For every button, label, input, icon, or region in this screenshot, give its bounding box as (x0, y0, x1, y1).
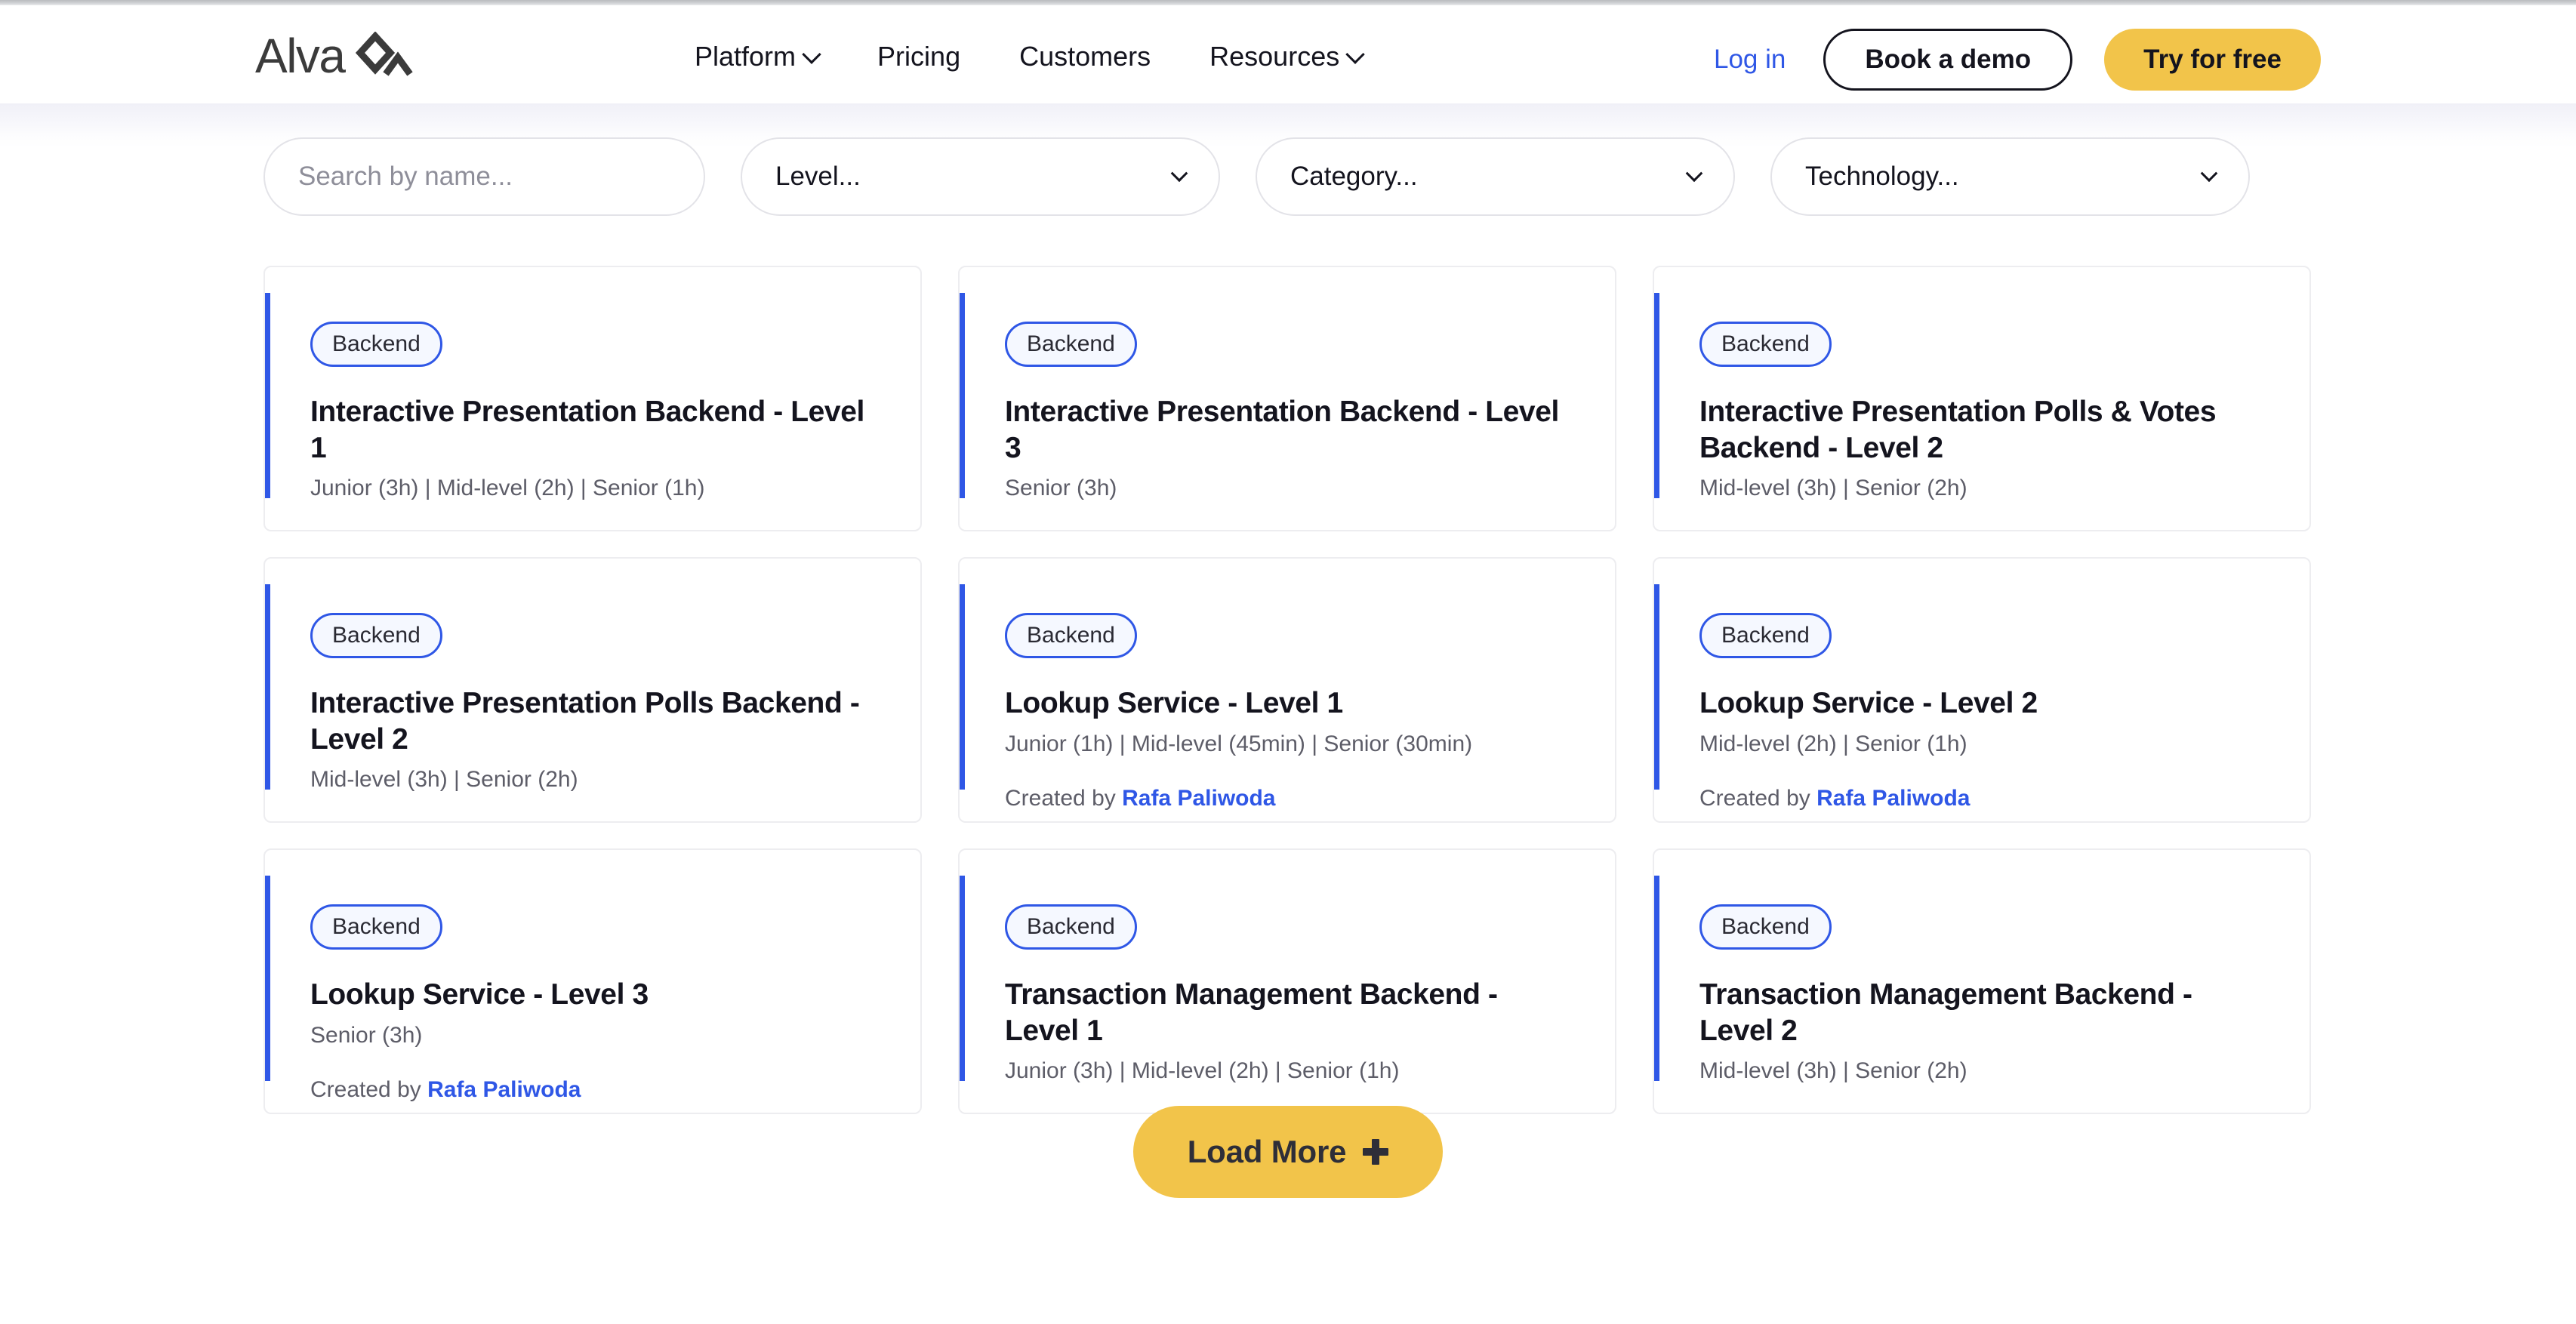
challenge-card[interactable]: Backend Transaction Management Backend -… (958, 848, 1616, 1114)
card-title: Interactive Presentation Polls Backend -… (310, 687, 860, 756)
card-author: Created by Rafa Paliwoda (1699, 785, 2309, 812)
card-accent-bar (1654, 876, 1659, 1081)
card-levels: Mid-level (2h) | Senior (1h) (1699, 731, 1967, 756)
chevron-down-icon (1685, 165, 1703, 183)
challenge-card[interactable]: Backend Interactive Presentation Backend… (263, 266, 922, 531)
header-actions: Log in Book a demo Try for free (1714, 23, 2321, 96)
challenge-card[interactable]: Backend Lookup Service - Level 2 Mid-lev… (1653, 557, 2311, 823)
technology-select-value: Technology... (1805, 162, 1959, 191)
alva-diamond-icon (355, 30, 414, 82)
load-more-label: Load More (1187, 1134, 1347, 1169)
card-accent-bar (960, 293, 965, 498)
category-badge: Backend (310, 613, 442, 658)
category-select[interactable]: Category... (1256, 137, 1735, 216)
card-author: Created by Rafa Paliwoda (1005, 785, 1615, 812)
created-by-label: Created by (1699, 786, 1817, 811)
nav-label-platform: Platform (695, 41, 797, 72)
category-badge: Backend (310, 322, 442, 367)
card-title: Transaction Management Backend - Level 2 (1699, 978, 2192, 1047)
chevron-down-icon (1345, 45, 1365, 64)
category-badge: Backend (1005, 904, 1137, 950)
search-field-wrapper[interactable] (263, 137, 705, 216)
card-author: Created by Rafa Paliwoda (1699, 530, 2309, 531)
challenge-card[interactable]: Backend Interactive Presentation Polls B… (263, 557, 922, 823)
nav-item-platform[interactable]: Platform (695, 41, 821, 72)
card-levels: Senior (3h) (1005, 476, 1117, 501)
chevron-down-icon (802, 45, 821, 64)
card-accent-bar (1654, 584, 1659, 790)
card-title: Interactive Presentation Backend - Level… (1005, 396, 1559, 464)
filter-bar: Level... Category... Technology... (263, 137, 2311, 216)
challenge-card[interactable]: Backend Lookup Service - Level 3 Senior … (263, 848, 922, 1114)
browser-chrome-strip (0, 0, 2576, 5)
plus-icon (1363, 1139, 1389, 1165)
category-select-value: Category... (1290, 162, 1418, 191)
nav-label-resources: Resources (1209, 41, 1340, 72)
try-for-free-button[interactable]: Try for free (2104, 29, 2321, 91)
login-link[interactable]: Log in (1714, 45, 1786, 75)
category-badge: Backend (1699, 904, 1832, 950)
created-by-label: Created by (310, 1077, 428, 1103)
book-demo-button[interactable]: Book a demo (1823, 29, 2073, 91)
site-header: Alva Platform Pricing Customers Resource… (0, 5, 2576, 103)
author-link[interactable]: Rafa Paliwoda (427, 822, 581, 823)
card-author: Created by Rafa Paliwoda (310, 1076, 920, 1104)
card-levels: Junior (3h) | Mid-level (2h) | Senior (1… (1005, 1058, 1400, 1084)
card-title: Transaction Management Backend - Level 1 (1005, 978, 1498, 1047)
category-badge: Backend (1699, 613, 1832, 658)
nav-item-resources[interactable]: Resources (1209, 41, 1365, 72)
card-accent-bar (960, 876, 965, 1081)
nav-label-pricing: Pricing (877, 41, 961, 72)
level-select-value: Level... (775, 162, 861, 191)
author-link[interactable]: Rafa Paliwoda (1816, 786, 1970, 811)
card-author: Created by Rafa Paliwoda (310, 530, 920, 531)
challenge-card-grid: Backend Interactive Presentation Backend… (263, 266, 2311, 1114)
created-by-label: Created by (1005, 786, 1123, 811)
category-badge: Backend (1005, 322, 1137, 367)
card-accent-bar (265, 584, 270, 790)
card-title: Interactive Presentation Polls & Votes B… (1699, 396, 2217, 464)
challenge-card[interactable]: Backend Transaction Management Backend -… (1653, 848, 2311, 1114)
card-title: Lookup Service - Level 2 (1699, 687, 2038, 719)
brand-logo[interactable]: Alva (255, 29, 414, 83)
author-link[interactable]: Rafa Paliwoda (427, 1077, 581, 1102)
card-author: Created by Rafa Paliwoda (1005, 530, 1615, 531)
main-navigation: Platform Pricing Customers Resources (695, 41, 1365, 72)
page-root: Alva Platform Pricing Customers Resource… (0, 0, 2576, 1324)
category-badge: Backend (1699, 322, 1832, 367)
technology-select[interactable]: Technology... (1770, 137, 2250, 216)
card-title: Lookup Service - Level 1 (1005, 687, 1343, 719)
challenge-card[interactable]: Backend Lookup Service - Level 1 Junior … (958, 557, 1616, 823)
card-levels: Junior (1h) | Mid-level (45min) | Senior… (1005, 731, 1473, 756)
category-badge: Backend (310, 904, 442, 950)
nav-label-customers: Customers (1019, 41, 1151, 72)
nav-item-customers[interactable]: Customers (1019, 43, 1151, 70)
card-levels: Mid-level (3h) | Senior (2h) (310, 767, 578, 793)
card-levels: Mid-level (3h) | Senior (2h) (1699, 1058, 1967, 1084)
load-more-row: Load More (0, 1106, 2576, 1198)
search-input[interactable] (298, 162, 670, 192)
chevron-down-icon (1170, 165, 1188, 183)
brand-name: Alva (255, 29, 346, 83)
card-accent-bar (265, 876, 270, 1081)
card-accent-bar (1654, 293, 1659, 498)
card-author: Created by Rafa Paliwoda (310, 821, 920, 823)
author-link[interactable]: Rafa Paliwoda (1122, 786, 1275, 811)
card-levels: Junior (3h) | Mid-level (2h) | Senior (1… (310, 476, 705, 501)
card-levels: Mid-level (3h) | Senior (2h) (1699, 476, 1967, 501)
load-more-button[interactable]: Load More (1132, 1106, 1444, 1198)
nav-item-pricing[interactable]: Pricing (877, 43, 960, 70)
card-title: Lookup Service - Level 3 (310, 978, 649, 1011)
chevron-down-icon (2200, 165, 2218, 183)
challenge-card[interactable]: Backend Interactive Presentation Polls &… (1653, 266, 2311, 531)
card-title: Interactive Presentation Backend - Level… (310, 396, 864, 464)
card-levels: Senior (3h) (310, 1022, 423, 1048)
level-select[interactable]: Level... (741, 137, 1220, 216)
created-by-label: Created by (310, 822, 427, 823)
category-badge: Backend (1005, 613, 1137, 658)
challenge-card[interactable]: Backend Interactive Presentation Backend… (958, 266, 1616, 531)
card-accent-bar (265, 293, 270, 498)
card-accent-bar (960, 584, 965, 790)
